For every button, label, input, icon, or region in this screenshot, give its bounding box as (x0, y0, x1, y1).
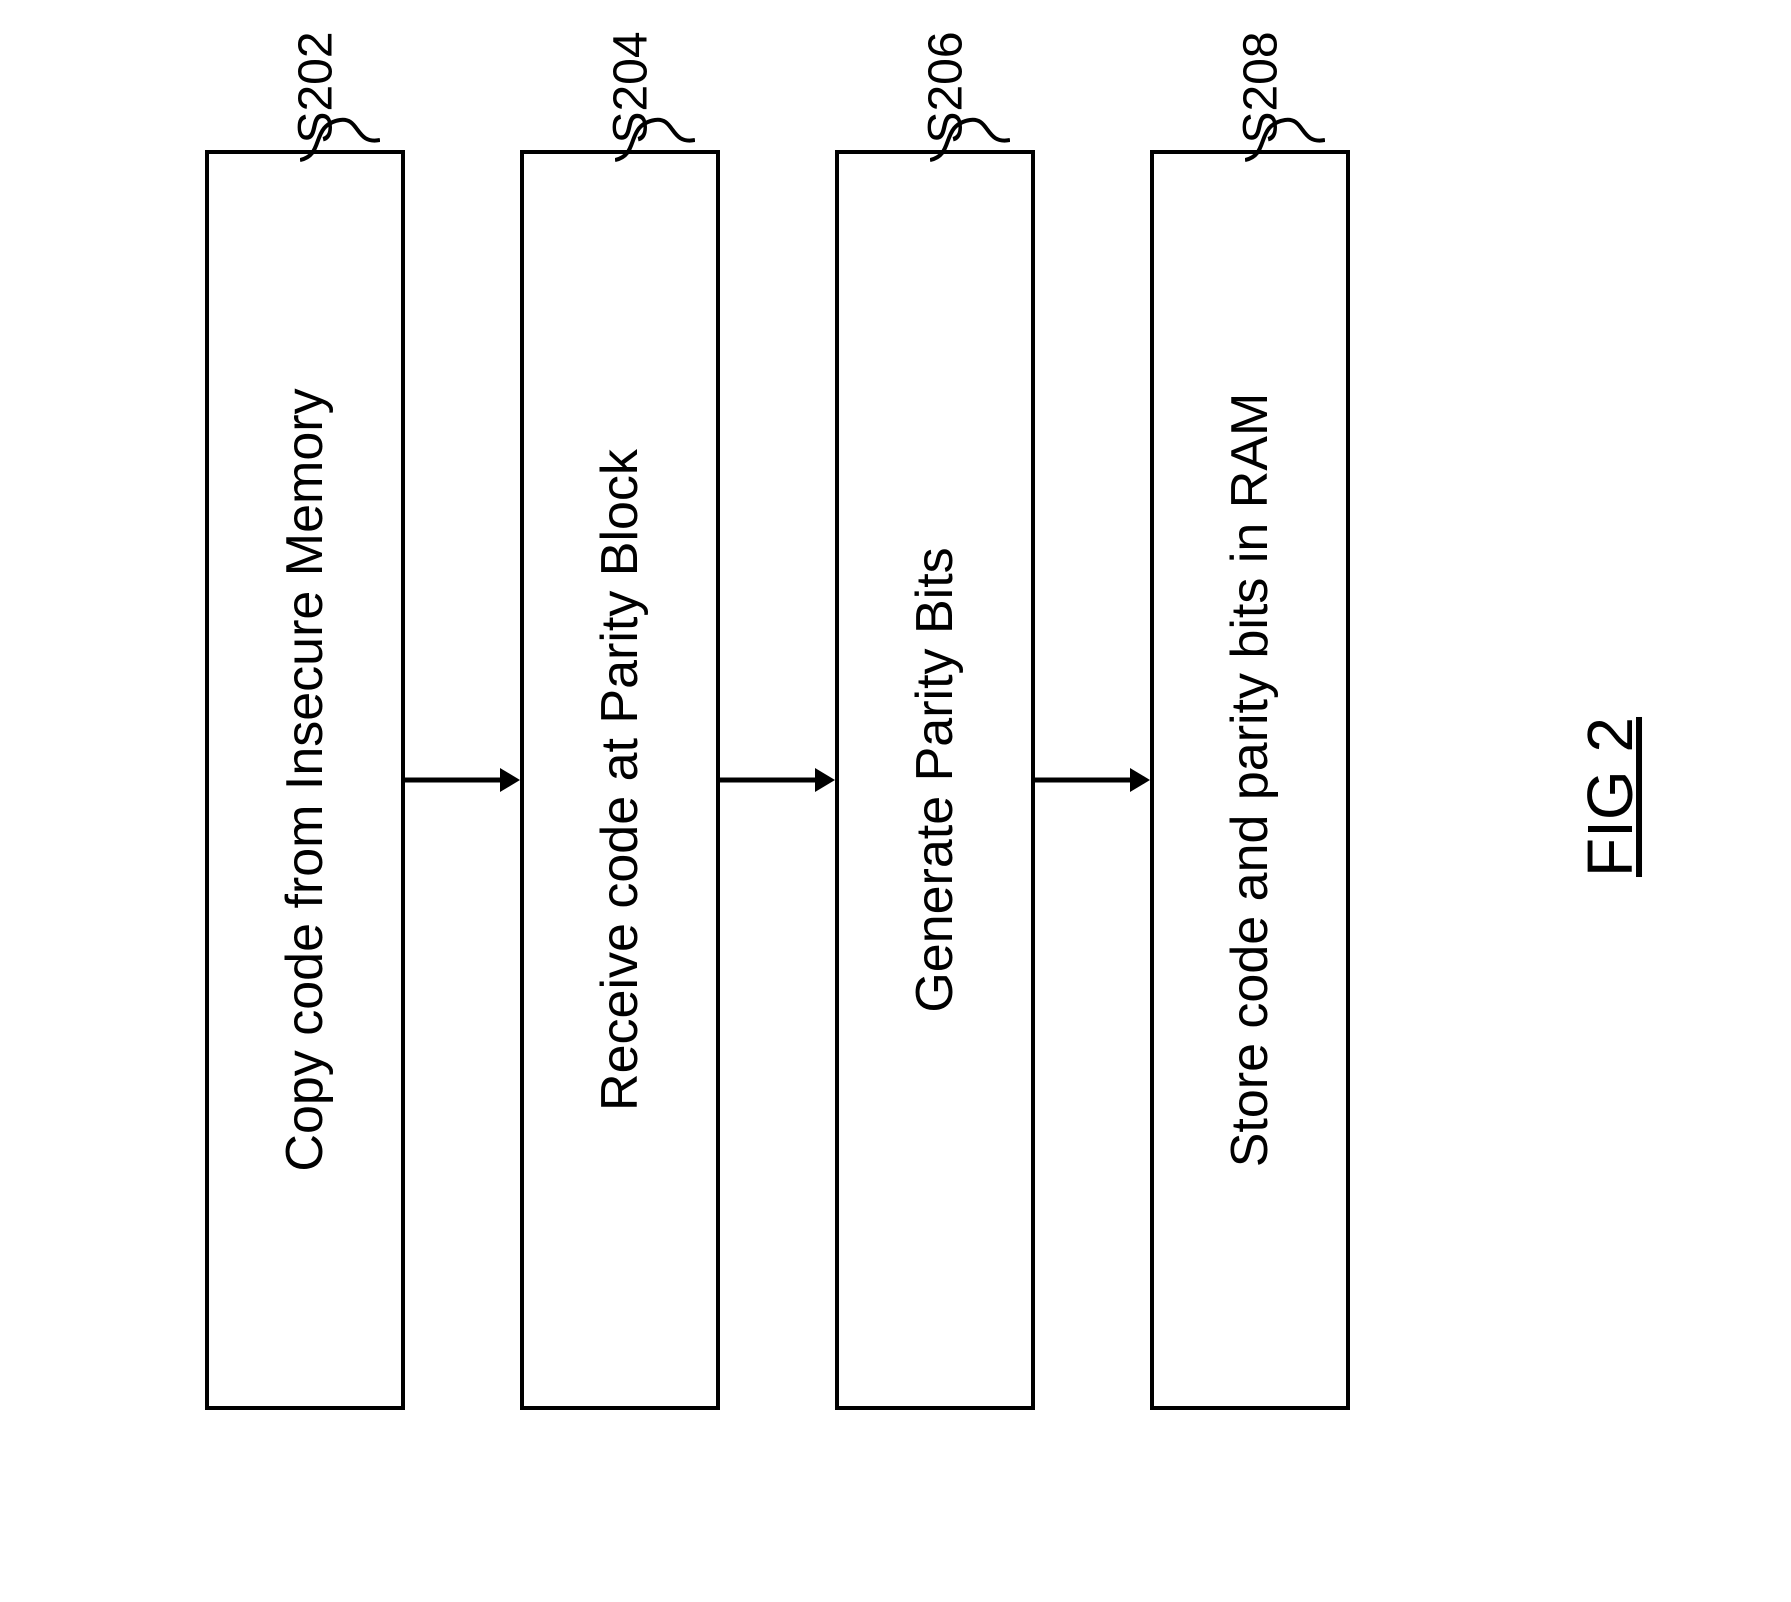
squiggle-2 (930, 105, 1010, 165)
figure-label: FIG 2 (1573, 717, 1647, 877)
squiggle-3 (1245, 105, 1325, 165)
arrow-1-2 (720, 760, 835, 800)
step-text-3: Store code and parity bits in RAM (1220, 393, 1280, 1168)
step-box-2: Generate Parity Bits (835, 150, 1035, 1410)
step-text-0: Copy code from Insecure Memory (275, 388, 335, 1171)
step-text-1: Receive code at Parity Block (590, 449, 650, 1111)
step-box-3: Store code and parity bits in RAM (1150, 150, 1350, 1410)
squiggle-0 (300, 105, 380, 165)
flowchart-canvas: Copy code from Insecure Memory Receive c… (0, 0, 1791, 1602)
step-text-2: Generate Parity Bits (905, 547, 965, 1012)
step-box-1: Receive code at Parity Block (520, 150, 720, 1410)
squiggle-1 (615, 105, 695, 165)
arrow-2-3 (1035, 760, 1150, 800)
step-box-0: Copy code from Insecure Memory (205, 150, 405, 1410)
arrow-0-1 (405, 760, 520, 800)
